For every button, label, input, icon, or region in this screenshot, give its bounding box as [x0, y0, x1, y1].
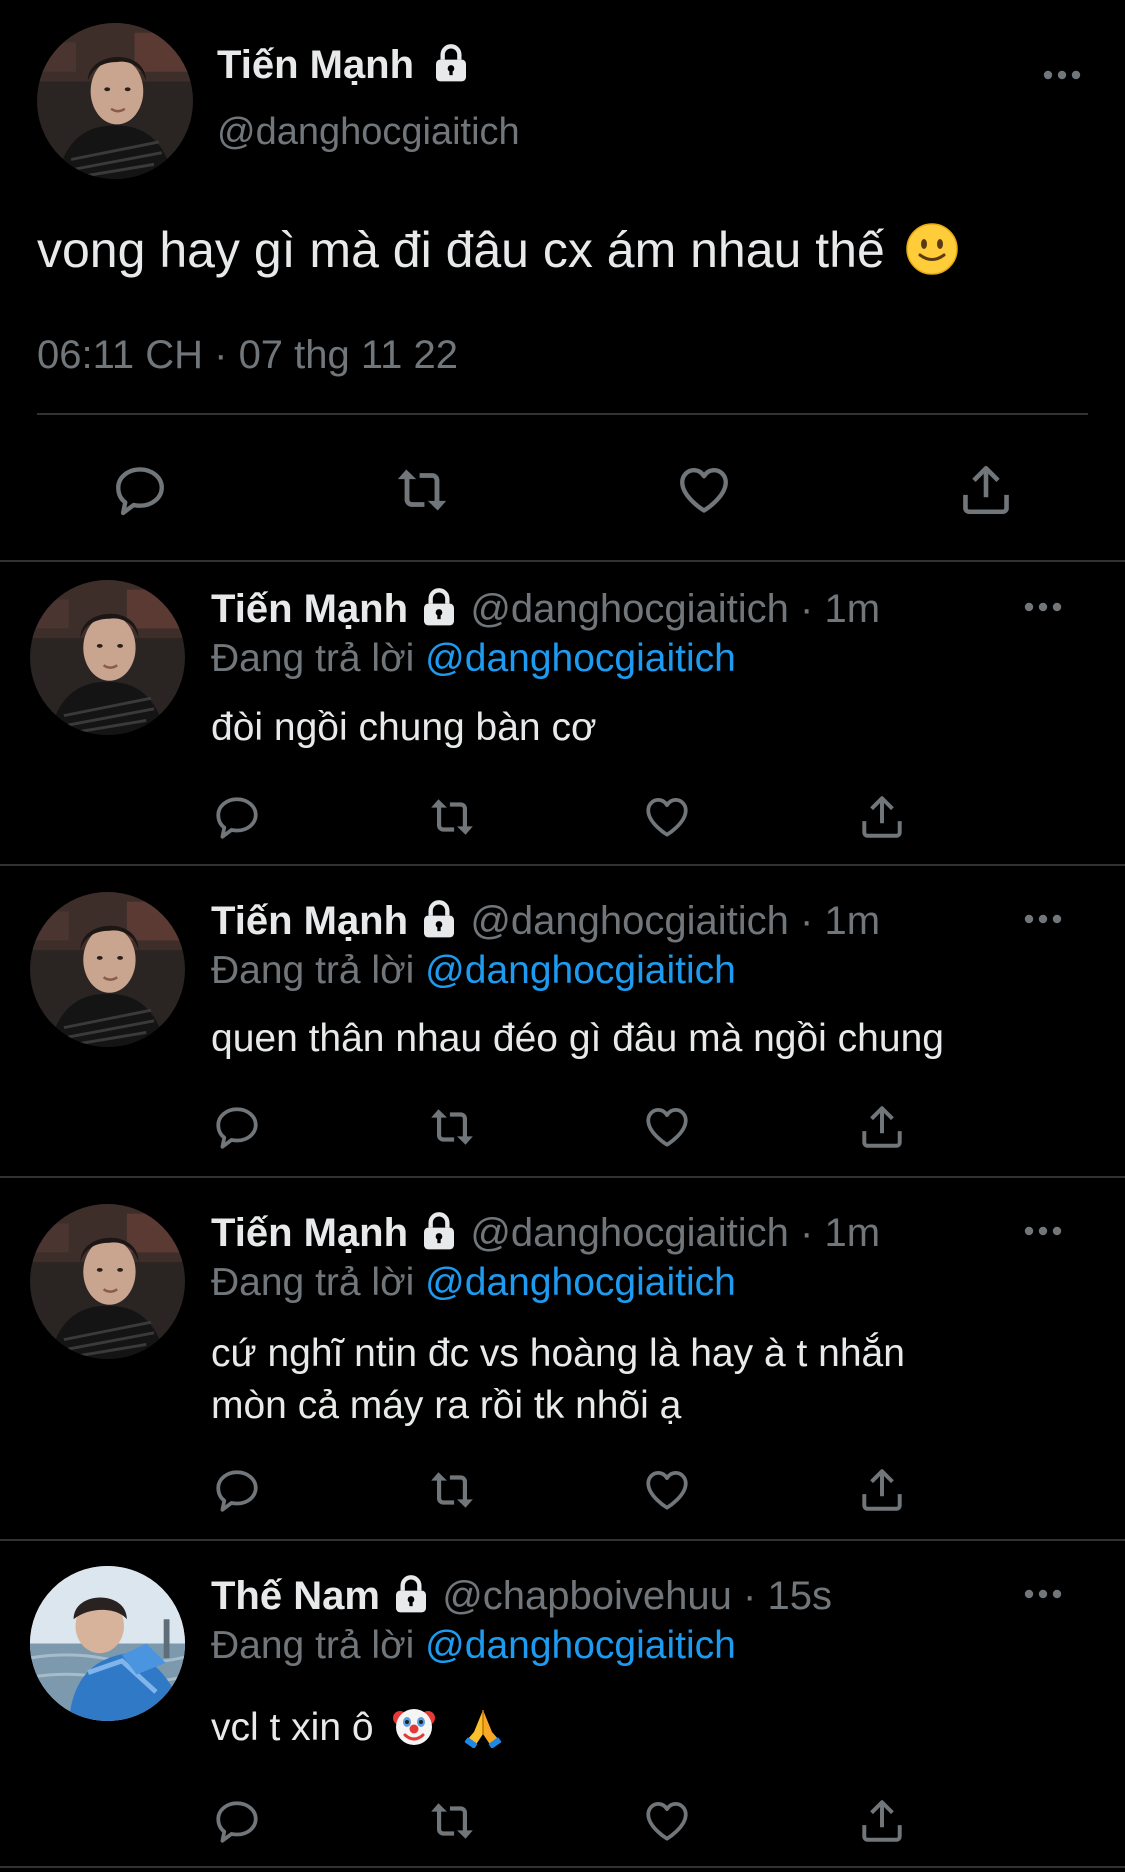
replying-prefix: Đang trả lời	[211, 949, 415, 992]
retweet-icon[interactable]	[425, 1794, 479, 1848]
author-name[interactable]: Tiến Mạnh	[211, 587, 408, 631]
reply-text: quen thân nhau đéo gì đâu mà ngồi chung	[211, 1017, 944, 1060]
replying-to-row: Đang trả lời @danghocgiaitich	[211, 1625, 736, 1667]
author-handle[interactable]: @danghocgiaitich	[470, 587, 789, 631]
reply-icon[interactable]	[210, 1794, 264, 1848]
reply-icon[interactable]	[210, 1100, 264, 1154]
like-icon[interactable]	[640, 1100, 694, 1154]
separator: ·	[800, 899, 814, 943]
reply-time[interactable]: 1m	[824, 1211, 880, 1255]
retweet-icon[interactable]	[425, 1100, 479, 1154]
author-handle[interactable]: @danghocgiaitich	[470, 899, 789, 943]
avatar[interactable]	[30, 1204, 185, 1359]
divider	[0, 1539, 1125, 1541]
avatar[interactable]	[30, 1566, 185, 1721]
reply-icon[interactable]	[210, 1463, 264, 1517]
reply-text-line: mòn cả máy ra rồi tk nhõi ạ	[211, 1384, 682, 1427]
reply-time[interactable]: 15s	[767, 1574, 832, 1618]
like-icon[interactable]	[674, 460, 734, 520]
author-name[interactable]: Tiến Mạnh	[211, 899, 408, 943]
lock-icon	[431, 43, 471, 83]
author-name[interactable]: Thế Nam	[211, 1574, 380, 1618]
author-handle[interactable]: @danghocgiaitich	[217, 108, 520, 156]
reply-icon[interactable]	[110, 460, 170, 520]
like-icon[interactable]	[640, 1463, 694, 1517]
like-icon[interactable]	[640, 1794, 694, 1848]
author-name[interactable]: Tiến Mạnh	[217, 43, 414, 87]
retweet-icon[interactable]	[392, 460, 452, 520]
reply-icon[interactable]	[210, 790, 264, 844]
reply-header: Tiến Mạnh @danghocgiaitich · 1m	[211, 588, 880, 630]
reply-text: vcl t xin ô	[211, 1706, 374, 1749]
slightly-smiling-face-icon	[905, 223, 958, 275]
author-handle[interactable]: @chapboivehuu	[442, 1574, 732, 1618]
share-icon[interactable]	[855, 1463, 909, 1517]
lock-icon	[391, 1574, 431, 1614]
separator: ·	[800, 1211, 814, 1255]
avatar[interactable]	[37, 23, 193, 179]
reply-header: Tiến Mạnh @danghocgiaitich · 1m	[211, 900, 880, 942]
timestamp-divider	[37, 413, 1088, 415]
folded-hands-icon	[465, 1709, 502, 1748]
reply-text-row: vcl t xin ô	[211, 1704, 505, 1752]
more-options-icon[interactable]	[1013, 1574, 1073, 1614]
reply-time[interactable]: 1m	[824, 899, 880, 943]
replying-to-row: Đang trả lời @danghocgiaitich	[211, 1262, 736, 1304]
divider	[0, 560, 1125, 562]
author-handle[interactable]: @danghocgiaitich	[470, 1211, 789, 1255]
like-icon[interactable]	[640, 790, 694, 844]
share-icon[interactable]	[956, 460, 1016, 520]
reply-text: cứ nghĩ ntin đc vs hoàng là hay à t nhắn…	[211, 1328, 905, 1432]
lock-icon	[419, 1211, 459, 1251]
divider	[0, 864, 1125, 866]
separator: ·	[743, 1574, 757, 1618]
replying-to-row: Đang trả lời @danghocgiaitich	[211, 638, 736, 680]
avatar[interactable]	[30, 892, 185, 1047]
reply-header: Tiến Mạnh @danghocgiaitich · 1m	[211, 1212, 880, 1254]
more-options-icon[interactable]	[1013, 1211, 1073, 1251]
replying-to-row: Đang trả lời @danghocgiaitich	[211, 950, 736, 992]
reply-time[interactable]: 1m	[824, 587, 880, 631]
lock-icon	[419, 899, 459, 939]
avatar[interactable]	[30, 580, 185, 735]
divider	[0, 1866, 1125, 1868]
tweet-text-row: vong hay gì mà đi đâu cx ám nhau thế	[37, 220, 959, 280]
divider	[0, 1176, 1125, 1178]
replying-to-link[interactable]: @danghocgiaitich	[425, 637, 736, 680]
replying-prefix: Đang trả lời	[211, 637, 415, 680]
replying-to-link[interactable]: @danghocgiaitich	[425, 1624, 736, 1667]
more-options-icon[interactable]	[1013, 899, 1073, 939]
tweet-text: vong hay gì mà đi đâu cx ám nhau thế	[37, 222, 885, 278]
reply-header: Thế Nam @chapboivehuu · 15s	[211, 1575, 832, 1617]
tweet-timestamp[interactable]: 06:11 CH · 07 thg 11 22	[37, 330, 458, 380]
retweet-icon[interactable]	[425, 1463, 479, 1517]
retweet-icon[interactable]	[425, 790, 479, 844]
reply-text-line: cứ nghĩ ntin đc vs hoàng là hay à t nhắn	[211, 1332, 905, 1375]
more-options-icon[interactable]	[1013, 587, 1073, 627]
share-icon[interactable]	[855, 790, 909, 844]
replying-to-link[interactable]: @danghocgiaitich	[425, 949, 736, 992]
replying-prefix: Đang trả lời	[211, 1624, 415, 1667]
replying-prefix: Đang trả lời	[211, 1261, 415, 1304]
separator: ·	[800, 587, 814, 631]
lock-icon	[419, 587, 459, 627]
replying-to-link[interactable]: @danghocgiaitich	[425, 1261, 736, 1304]
reply-text: đòi ngồi chung bàn cơ	[211, 706, 597, 749]
author-name-row: Tiến Mạnh	[217, 40, 471, 90]
share-icon[interactable]	[855, 1100, 909, 1154]
share-icon[interactable]	[855, 1794, 909, 1848]
clown-face-icon	[393, 1708, 436, 1745]
author-name[interactable]: Tiến Mạnh	[211, 1211, 408, 1255]
more-options-icon[interactable]	[1032, 55, 1092, 95]
